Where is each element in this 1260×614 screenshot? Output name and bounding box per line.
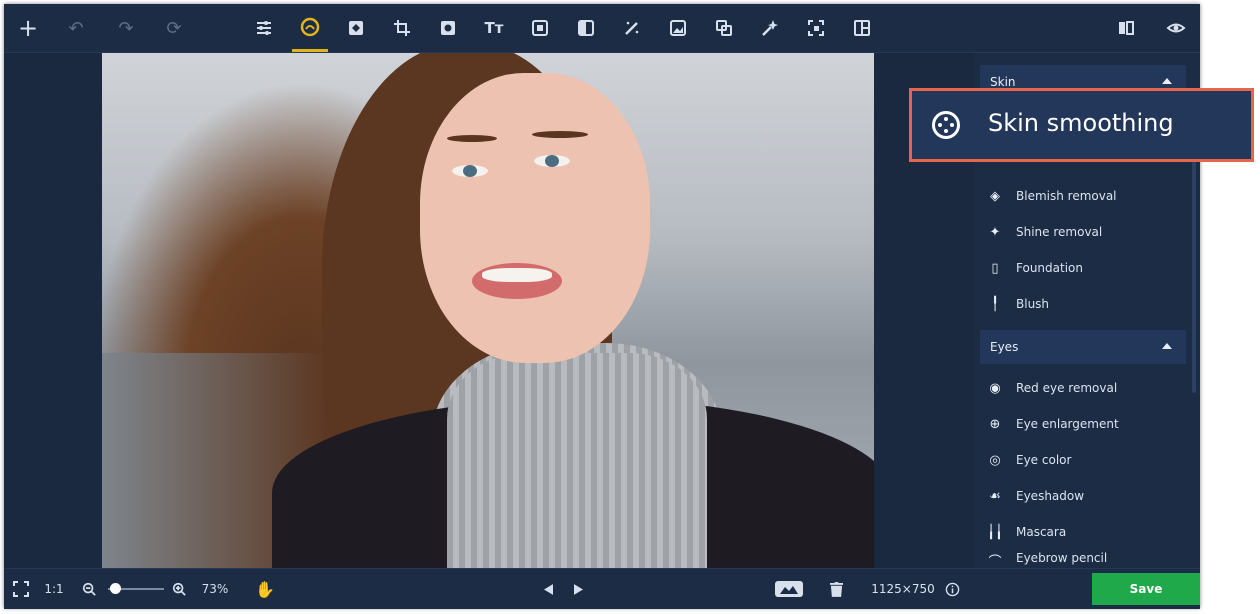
sparkle-icon: ✦ <box>989 224 1001 240</box>
blemish-icon: ◈ <box>990 188 1000 204</box>
photo-face <box>420 73 650 363</box>
photo-brow-left <box>447 135 497 142</box>
layout-icon[interactable] <box>844 4 880 52</box>
filter-icon[interactable] <box>568 4 604 52</box>
panel-item-eye-enlargement[interactable]: ⊕ Eye enlargement <box>982 409 1182 439</box>
panel-item-label: Eye enlargement <box>1016 417 1119 431</box>
skin-smoothing-icon <box>932 111 960 139</box>
brush-icon: ╿ <box>991 296 999 312</box>
object-removal-icon[interactable] <box>706 4 742 52</box>
effects-icon[interactable] <box>430 4 466 52</box>
photo-brow-right <box>532 131 588 138</box>
panel-item-blush[interactable]: ╿ Blush <box>982 289 1182 319</box>
previous-image-icon[interactable] <box>538 569 558 609</box>
panel-item-eyeshadow[interactable]: ☙ Eyeshadow <box>982 481 1182 511</box>
add-icon[interactable]: + <box>10 4 46 52</box>
skin-group-label: Skin <box>990 75 1016 89</box>
text-icon[interactable]: Tт <box>476 4 512 52</box>
panel-item-label: Red eye removal <box>1016 381 1118 395</box>
next-image-icon[interactable] <box>568 569 588 609</box>
zoom-out-icon[interactable] <box>80 569 98 609</box>
foundation-icon: ▯ <box>991 260 999 276</box>
preview-icon[interactable] <box>1158 4 1194 52</box>
panel-item-label: Foundation <box>1016 261 1083 275</box>
zoom-in-icon[interactable] <box>170 569 188 609</box>
sticker-icon[interactable] <box>752 4 788 52</box>
insert-image-icon[interactable] <box>660 4 696 52</box>
actual-size-button[interactable]: 1:1 <box>42 569 66 609</box>
collapse-caret-icon <box>1162 78 1172 84</box>
info-icon[interactable] <box>942 569 962 609</box>
panel-item-label: Eye color <box>1016 453 1072 467</box>
eyes-group-label: Eyes <box>990 340 1019 354</box>
skin-smoothing-label: Skin smoothing <box>988 109 1174 137</box>
enhance-icon[interactable] <box>338 4 374 52</box>
zoom-slider-handle[interactable] <box>110 583 121 594</box>
zoom-value: 73% <box>201 582 229 596</box>
eye-color-icon: ◎ <box>989 452 1001 468</box>
crop-icon[interactable] <box>384 4 420 52</box>
panel-item-foundation[interactable]: ▯ Foundation <box>982 253 1182 283</box>
redo-icon[interactable]: ↷ <box>108 4 144 52</box>
eyes-group-header[interactable]: Eyes <box>980 330 1186 364</box>
panel-item-eyebrow-pencil[interactable]: ⌒ Eyebrow pencil <box>982 551 1182 569</box>
save-button[interactable]: Save <box>1092 573 1200 605</box>
mascara-icon: ╽╽ <box>987 524 1003 540</box>
panel-item-label: Eyeshadow <box>1016 489 1085 503</box>
open-image-icon[interactable] <box>772 569 806 609</box>
panel-item-label: Blemish removal <box>1016 189 1117 203</box>
delete-icon[interactable] <box>826 569 846 609</box>
resize-icon[interactable] <box>798 4 834 52</box>
panel-item-label: Mascara <box>1016 525 1067 539</box>
photo-teeth <box>482 268 552 282</box>
hand-tool-icon[interactable]: ✋ <box>254 569 276 609</box>
collapse-caret-icon <box>1162 343 1172 349</box>
magic-icon[interactable] <box>614 4 650 52</box>
undo-icon[interactable]: ↶ <box>58 4 94 52</box>
eye-enlarge-icon: ⊕ <box>989 416 1001 432</box>
panel-item-eye-color[interactable]: ◎ Eye color <box>982 445 1182 475</box>
bottom-bar: 1:1 73% ✋ 1125×750 Save <box>4 568 1200 609</box>
eyeshadow-icon: ☙ <box>989 488 1001 504</box>
eyebrow-icon: ⌒ <box>988 554 1002 570</box>
panel-item-blemish-removal[interactable]: ◈ Blemish removal <box>982 181 1182 211</box>
skin-smoothing-callout[interactable]: Skin smoothing <box>909 88 1254 162</box>
image-dimensions: 1125×750 <box>871 582 935 596</box>
panel-item-mascara[interactable]: ╽╽ Mascara <box>982 517 1182 547</box>
panel-item-shine-removal[interactable]: ✦ Shine removal <box>982 217 1182 247</box>
photo-eye-right <box>534 155 570 167</box>
canvas-area[interactable] <box>4 53 974 568</box>
frame-icon[interactable] <box>522 4 558 52</box>
photo-eye-left <box>452 165 488 177</box>
panel-item-label: Eyebrow pencil <box>1016 551 1108 565</box>
panel-item-label: Shine removal <box>1016 225 1103 239</box>
panel-item-label: Blush <box>1016 297 1050 311</box>
photo-collar <box>447 353 707 568</box>
eye-icon: ◉ <box>989 380 1001 396</box>
adjust-icon[interactable] <box>246 4 282 52</box>
compare-icon[interactable] <box>1108 4 1144 52</box>
reset-icon[interactable]: ⟳ <box>156 4 192 52</box>
panel-item-red-eye-removal[interactable]: ◉ Red eye removal <box>982 373 1182 403</box>
top-toolbar: + ↶ ↷ ⟳ Tт <box>4 4 1200 52</box>
fullscreen-icon[interactable] <box>10 569 32 609</box>
portrait-photo[interactable] <box>102 53 874 568</box>
retouch-icon[interactable] <box>292 4 328 52</box>
